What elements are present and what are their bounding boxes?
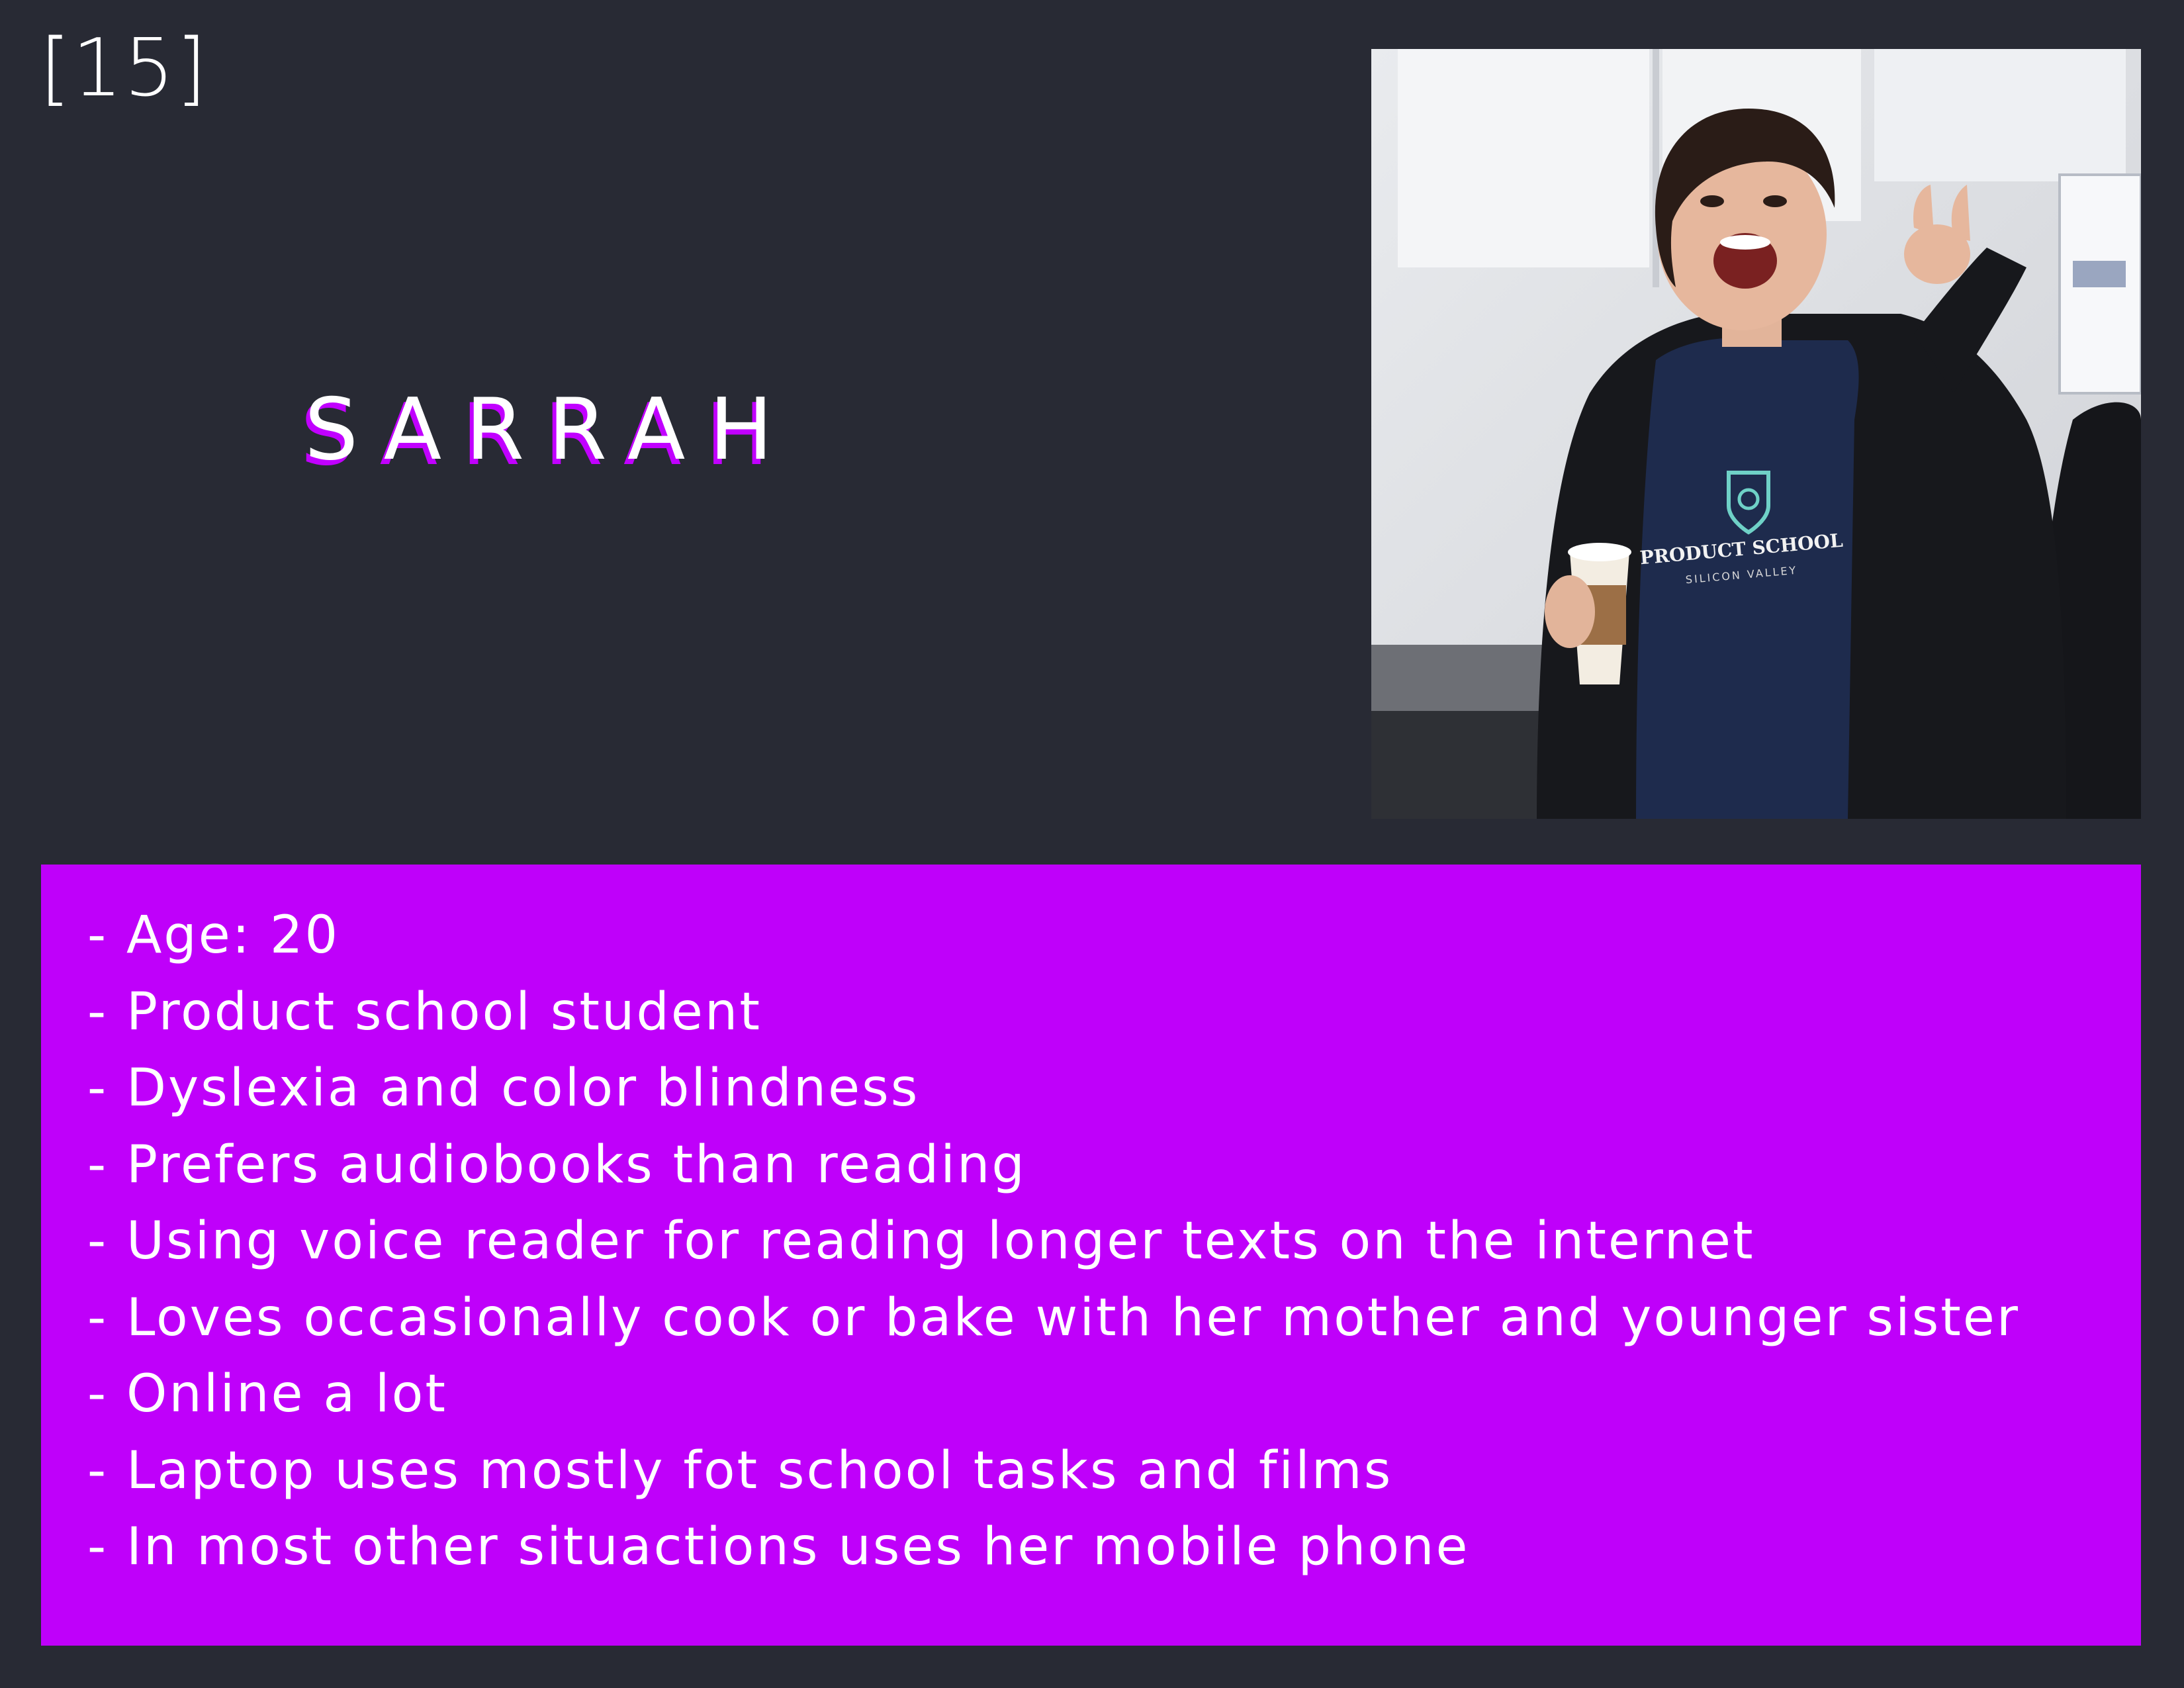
persona-name: SARRAH [304,381,797,479]
detail-voice-reader: - Using voice reader for reading longer … [87,1211,1755,1271]
detail-conditions: - Dyslexia and color blindness [87,1058,920,1118]
detail-mobile-usage: - In most other situactions uses her mob… [87,1517,1470,1577]
detail-occupation: - Product school student [87,982,762,1042]
persona-photo: PRODUCT SCHOOL SILICON VALLEY [1371,49,2141,819]
detail-laptop-usage: - Laptop uses mostly fot school tasks an… [87,1440,1393,1501]
detail-age: - Age: 20 [87,906,340,965]
detail-online: - Online a lot [87,1364,447,1424]
detail-preference: - Prefers audiobooks than reading [87,1135,1026,1195]
detail-hobby: - Loves occasionally cook or bake with h… [87,1288,2020,1348]
persona-details-panel: - Age: 20 - Product school student - Dys… [41,865,2141,1646]
persona-photo-illustration: PRODUCT SCHOOL SILICON VALLEY [1371,49,2141,819]
persona-details-list: - Age: 20 - Product school student - Dys… [87,898,2095,1586]
page-number: [15] [40,23,208,115]
